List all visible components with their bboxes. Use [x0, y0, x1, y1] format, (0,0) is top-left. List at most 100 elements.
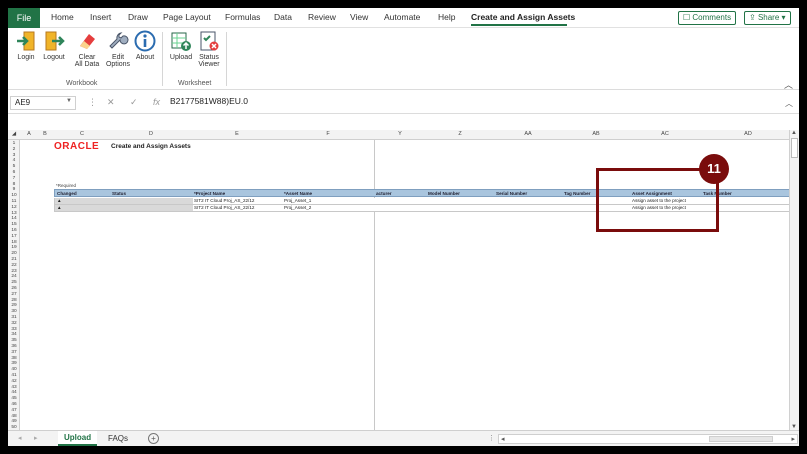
row-number[interactable]: 38 — [9, 356, 19, 361]
collapse-ribbon-icon[interactable]: ︿ — [784, 78, 793, 91]
tab-file[interactable]: File — [8, 8, 40, 28]
header-tag-number[interactable]: Tag Number — [564, 191, 590, 196]
row-number[interactable]: 11 — [9, 199, 19, 204]
row-number[interactable]: 8 — [9, 182, 19, 187]
row-number[interactable]: 14 — [9, 216, 19, 221]
changed-marker[interactable]: ▲ — [57, 198, 62, 203]
previous-sheet-icon[interactable]: ◂ — [18, 434, 22, 442]
row-number[interactable]: 40 — [9, 367, 19, 372]
row-number[interactable]: 35 — [9, 338, 19, 343]
row-number[interactable]: 45 — [9, 396, 19, 401]
row-number[interactable]: 17 — [9, 234, 19, 239]
row-number[interactable]: 42 — [9, 379, 19, 384]
row-number[interactable]: 29 — [9, 303, 19, 308]
sheet-tab-upload[interactable]: Upload — [58, 431, 98, 446]
row-number[interactable]: 32 — [9, 321, 19, 326]
row-number[interactable]: 13 — [9, 211, 19, 216]
column-header-e[interactable]: E — [192, 131, 282, 137]
row-number[interactable]: 28 — [9, 298, 19, 303]
vertical-scrollbar[interactable]: ▲ ▼ — [789, 130, 799, 430]
header-model-number[interactable]: Model Number — [428, 191, 460, 196]
row-number[interactable]: 20 — [9, 251, 19, 256]
row-number[interactable]: 33 — [9, 327, 19, 332]
row-number[interactable]: 4 — [9, 158, 19, 163]
row-number[interactable]: 26 — [9, 286, 19, 291]
row-number[interactable]: 3 — [9, 153, 19, 158]
logout-button[interactable]: Logout — [40, 30, 68, 61]
header-project-name[interactable]: *Project Name — [194, 191, 225, 196]
row-number[interactable]: 43 — [9, 385, 19, 390]
row-number[interactable]: 44 — [9, 390, 19, 395]
row-number[interactable]: 18 — [9, 240, 19, 245]
row-number[interactable]: 30 — [9, 309, 19, 314]
horizontal-scrollbar[interactable]: ◂ ▸ — [498, 434, 798, 444]
changed-marker[interactable]: ▲ — [57, 205, 62, 210]
row-number[interactable]: 31 — [9, 315, 19, 320]
upload-button[interactable]: Upload — [166, 30, 196, 61]
row-number[interactable]: 15 — [9, 222, 19, 227]
asset-name-cell[interactable]: Proj_Asset_2 — [284, 205, 311, 210]
insert-function-icon[interactable]: fx — [153, 97, 160, 107]
row-number[interactable]: 12 — [9, 205, 19, 210]
row-number[interactable]: 36 — [9, 344, 19, 349]
row-number[interactable]: 16 — [9, 228, 19, 233]
tab-insert[interactable]: Insert — [90, 12, 111, 22]
status-viewer-button[interactable]: Status Viewer — [196, 30, 222, 68]
cancel-icon[interactable]: ✕ — [107, 97, 115, 108]
row-number[interactable]: 22 — [9, 263, 19, 268]
enter-icon[interactable]: ✓ — [130, 97, 138, 108]
sheet-tab-faqs[interactable]: FAQs — [108, 434, 128, 443]
row-number[interactable]: 27 — [9, 292, 19, 297]
row-number[interactable]: 24 — [9, 274, 19, 279]
row-number[interactable]: 48 — [9, 414, 19, 419]
row-number[interactable]: 46 — [9, 402, 19, 407]
row-number[interactable]: 41 — [9, 373, 19, 378]
row-number[interactable]: 37 — [9, 350, 19, 355]
tab-home[interactable]: Home — [51, 12, 74, 22]
clear-all-data-button[interactable]: Clear All Data — [72, 30, 102, 68]
scroll-up-icon[interactable]: ▲ — [791, 130, 797, 136]
share-button[interactable]: ⇪ Share ▾ — [744, 11, 791, 25]
tab-automate[interactable]: Automate — [384, 12, 420, 22]
tab-review[interactable]: Review — [308, 12, 336, 22]
project-name-cell[interactable]: SIT2 IT Cloud Proj_AS_22/12 — [194, 198, 254, 203]
tab-data[interactable]: Data — [274, 12, 292, 22]
column-header-d[interactable]: D — [110, 131, 192, 137]
select-all-corner[interactable]: ◢ — [10, 131, 18, 137]
row-number[interactable]: 6 — [9, 170, 19, 175]
tab-formulas[interactable]: Formulas — [225, 12, 260, 22]
row-number[interactable]: 9 — [9, 187, 19, 192]
formula-input[interactable]: B2177581W88)EU.0 — [170, 96, 248, 106]
row-number[interactable]: 1 — [9, 141, 19, 146]
row-number[interactable]: 21 — [9, 257, 19, 262]
tab-view[interactable]: View — [350, 12, 368, 22]
column-header-a[interactable]: A — [24, 131, 34, 137]
row-number[interactable]: 19 — [9, 245, 19, 250]
row-number[interactable]: 47 — [9, 408, 19, 413]
comments-button[interactable]: ☐ Comments — [678, 11, 737, 25]
row-number[interactable]: 23 — [9, 269, 19, 274]
column-header-ad[interactable]: AD — [700, 131, 796, 137]
project-name-cell[interactable]: SIT2 IT Cloud Proj_AS_22/12 — [194, 205, 254, 210]
scroll-left-icon[interactable]: ◂ — [501, 435, 505, 443]
column-header-z[interactable]: Z — [426, 131, 494, 137]
column-header-c[interactable]: C — [54, 131, 110, 137]
worksheet-grid[interactable]: ◢ A B C D E F Y Z AA AB AC AD 1234567891… — [8, 114, 799, 430]
column-header-b[interactable]: B — [38, 131, 52, 137]
header-status[interactable]: Status — [112, 191, 126, 196]
header-asset-name[interactable]: *Asset Name — [284, 191, 312, 196]
column-header-ac[interactable]: AC — [630, 131, 700, 137]
header-manufacturer[interactable]: acturer — [376, 191, 392, 196]
header-serial-number[interactable]: Serial Number — [496, 191, 527, 196]
row-number[interactable]: 10 — [9, 193, 19, 198]
add-sheet-button[interactable]: + — [148, 433, 159, 444]
login-button[interactable]: Login — [14, 30, 38, 61]
asset-name-cell[interactable]: Proj_Asset_1 — [284, 198, 311, 203]
tab-draw[interactable]: Draw — [128, 12, 148, 22]
column-header-ab[interactable]: AB — [562, 131, 630, 137]
row-number[interactable]: 34 — [9, 332, 19, 337]
expand-formula-bar-icon[interactable]: ︿ — [785, 98, 793, 109]
row-number[interactable]: 7 — [9, 176, 19, 181]
scroll-right-icon[interactable]: ▸ — [791, 435, 795, 443]
column-header-y[interactable]: Y — [374, 131, 426, 137]
